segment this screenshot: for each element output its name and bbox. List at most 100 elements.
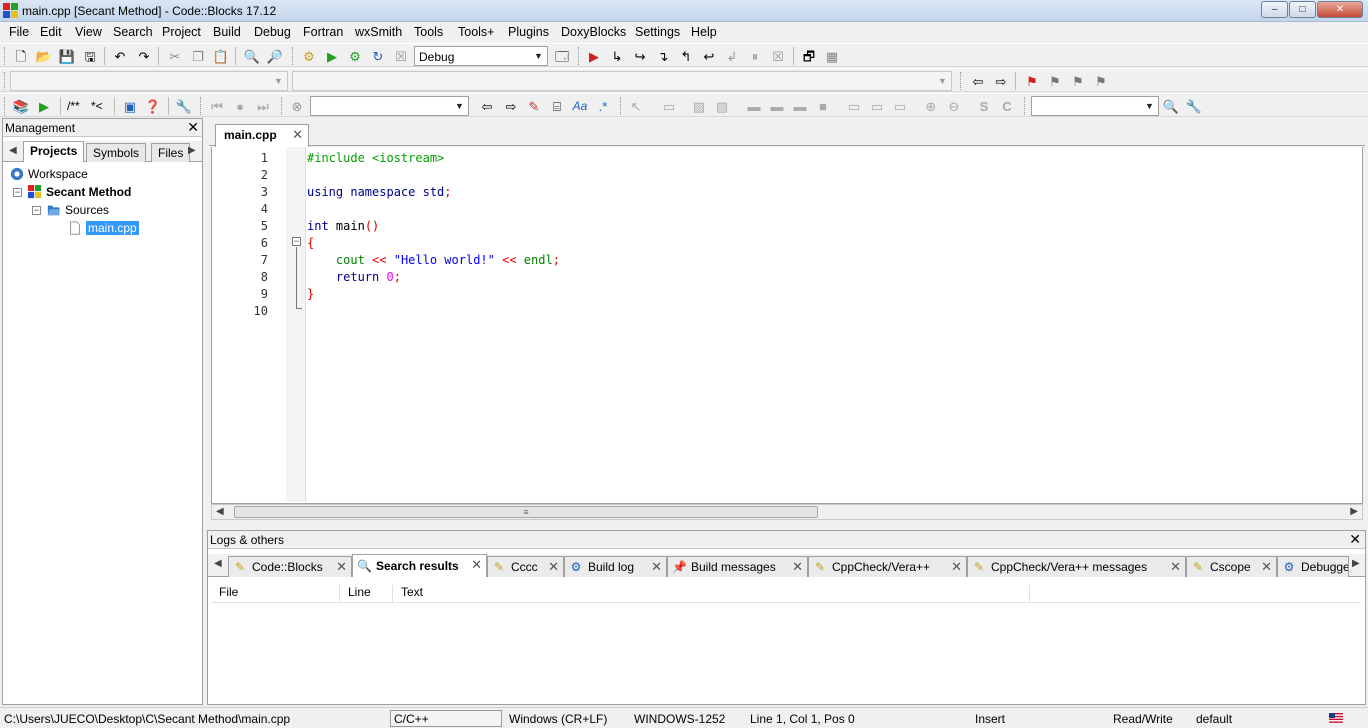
tab-search-results[interactable]: 🔍 Search results ✕ bbox=[352, 554, 487, 577]
tab-symbols[interactable]: Symbols bbox=[86, 143, 147, 162]
tab-cccc[interactable]: ✎ Cccc ✕ bbox=[487, 556, 564, 577]
tree-item-project[interactable]: Secant Method bbox=[27, 183, 131, 200]
last-icon[interactable]: ⏭ bbox=[254, 97, 272, 115]
previous-bookmark-icon[interactable]: ⚑ bbox=[1046, 72, 1064, 90]
doxy-line-comment-button[interactable]: *< bbox=[91, 99, 103, 113]
next-line-icon[interactable]: ↪ bbox=[631, 47, 649, 65]
toolbar-grip[interactable] bbox=[960, 72, 963, 90]
scroll-left-icon[interactable]: ◀ bbox=[216, 506, 224, 517]
wx-left-icon[interactable]: ▭ bbox=[845, 97, 863, 115]
toolbar-grip[interactable] bbox=[281, 97, 284, 115]
doxy-extract-icon[interactable]: ▶ bbox=[35, 97, 53, 115]
collapse-icon[interactable]: − bbox=[32, 206, 41, 215]
toolbar-grip[interactable] bbox=[4, 47, 7, 65]
tab-build-log[interactable]: ⚙ Build log ✕ bbox=[564, 556, 667, 577]
code-editor[interactable]: 1 2 3 4 5 6 7 8 9 10 − #include <iostrea… bbox=[211, 147, 1363, 504]
highlight-icon[interactable]: ✎ bbox=[525, 97, 543, 115]
menu-edit[interactable]: Edit bbox=[40, 25, 62, 39]
pause-icon[interactable]: ⏸ bbox=[746, 47, 764, 65]
symbol-c-icon[interactable]: C bbox=[998, 97, 1016, 115]
function-select[interactable]: ▼ bbox=[292, 71, 952, 91]
wx-middle-icon[interactable]: ▬ bbox=[768, 97, 786, 115]
wx-panel-icon[interactable]: ▭ bbox=[660, 97, 678, 115]
tab-scroll-right-icon[interactable]: ▶ bbox=[1352, 558, 1360, 569]
menu-view[interactable]: View bbox=[75, 25, 102, 39]
close-icon[interactable]: ✕ bbox=[1170, 559, 1181, 575]
debug-info-icon[interactable]: ▦ bbox=[823, 47, 841, 65]
menu-debug[interactable]: Debug bbox=[254, 25, 291, 39]
step-into-instruction-icon[interactable]: ↲ bbox=[723, 47, 741, 65]
column-file[interactable]: File bbox=[211, 585, 340, 603]
run-to-cursor-icon[interactable]: ↳ bbox=[608, 47, 626, 65]
scrollbar-thumb[interactable]: ≡ bbox=[234, 506, 818, 518]
open-folder-icon[interactable]: 📂 bbox=[35, 47, 53, 65]
run-icon[interactable]: ▶ bbox=[323, 47, 341, 65]
menu-fortran[interactable]: Fortran bbox=[303, 25, 343, 39]
doxy-wizard-icon[interactable]: 📚 bbox=[12, 97, 30, 115]
menu-tools[interactable]: Tools bbox=[414, 25, 443, 39]
tab-scroll-right-icon[interactable]: ▶ bbox=[188, 145, 196, 156]
toolbar-grip[interactable] bbox=[620, 97, 623, 115]
cut-icon[interactable]: ✂ bbox=[166, 47, 184, 65]
close-window-button[interactable]: ✕ bbox=[1317, 1, 1363, 18]
column-line[interactable]: Line bbox=[340, 585, 393, 603]
close-icon[interactable]: ✕ bbox=[1349, 531, 1361, 548]
menu-plugins[interactable]: Plugins bbox=[508, 25, 549, 39]
toggle-bookmark-icon[interactable]: ⚑ bbox=[1023, 72, 1041, 90]
save-icon[interactable]: 💾 bbox=[58, 47, 76, 65]
close-icon[interactable]: ✕ bbox=[651, 559, 662, 575]
stop-debug-icon[interactable]: ☒ bbox=[769, 47, 787, 65]
doxy-html-icon[interactable]: ▣ bbox=[121, 97, 139, 115]
tab-cppcheck-vera[interactable]: ✎ CppCheck/Vera++ ✕ bbox=[808, 556, 967, 577]
paste-icon[interactable]: 📋 bbox=[212, 47, 230, 65]
build-target-select[interactable]: Debug ▼ bbox=[414, 46, 548, 66]
close-icon[interactable]: ✕ bbox=[187, 119, 199, 136]
jump-forward-icon[interactable]: ⇨ bbox=[992, 72, 1010, 90]
new-file-icon[interactable]: 🗋 bbox=[12, 47, 30, 65]
menu-file[interactable]: File bbox=[9, 25, 29, 39]
step-out-icon[interactable]: ↰ bbox=[677, 47, 695, 65]
close-icon[interactable]: ✕ bbox=[792, 559, 803, 575]
copy-icon[interactable]: ❐ bbox=[189, 47, 207, 65]
next-instruction-icon[interactable]: ↩ bbox=[700, 47, 718, 65]
wx-center-icon[interactable]: ▭ bbox=[868, 97, 886, 115]
close-icon[interactable]: ✕ bbox=[548, 559, 559, 575]
abort-icon[interactable]: ☒ bbox=[392, 47, 410, 65]
minimize-button[interactable]: – bbox=[1261, 1, 1288, 18]
wx-fill-icon[interactable]: ■ bbox=[814, 97, 832, 115]
tab-debugger[interactable]: ⚙ Debugge bbox=[1277, 556, 1349, 577]
jump-back-icon[interactable]: ⇦ bbox=[969, 72, 987, 90]
menu-doxyblocks[interactable]: DoxyBlocks bbox=[561, 25, 626, 39]
debug-windows-icon[interactable]: 🗗 bbox=[800, 47, 818, 65]
tab-scroll-left-icon[interactable]: ◀ bbox=[214, 558, 222, 569]
toolbar-grip[interactable] bbox=[1024, 97, 1027, 115]
tab-codeblocks-log[interactable]: ✎ Code::Blocks ✕ bbox=[228, 556, 352, 577]
rebuild-icon[interactable]: ↻ bbox=[369, 47, 387, 65]
search-previous-icon[interactable]: ⇦ bbox=[478, 97, 496, 115]
doxy-block-comment-button[interactable]: /** bbox=[67, 99, 80, 113]
toolbar-grip[interactable] bbox=[4, 72, 7, 90]
toolbar-grip[interactable] bbox=[4, 97, 7, 115]
symbol-s-icon[interactable]: S bbox=[975, 97, 993, 115]
wx-edit-icon[interactable]: ▧ bbox=[713, 97, 731, 115]
selection-only-icon[interactable]: ⌸ bbox=[548, 97, 566, 115]
fold-collapse-icon[interactable]: − bbox=[292, 237, 301, 246]
close-icon[interactable]: ✕ bbox=[292, 127, 303, 143]
thread-search-options-icon[interactable]: 🔧 bbox=[1185, 97, 1203, 115]
menu-build[interactable]: Build bbox=[213, 25, 241, 39]
step-into-icon[interactable]: ↴ bbox=[654, 47, 672, 65]
menu-project[interactable]: Project bbox=[162, 25, 201, 39]
build-gear-icon[interactable]: ⚙ bbox=[300, 47, 318, 65]
scope-select[interactable]: ▼ bbox=[10, 71, 288, 91]
column-text[interactable]: Text bbox=[393, 585, 1030, 603]
clear-bookmarks-icon[interactable]: ⚑ bbox=[1092, 72, 1110, 90]
target-options-icon[interactable]: 🗔 bbox=[553, 47, 571, 65]
wx-bottom-icon[interactable]: ▬ bbox=[791, 97, 809, 115]
close-icon[interactable]: ✕ bbox=[336, 559, 347, 575]
editor-horizontal-scrollbar[interactable]: ◀ ≡ ▶ bbox=[211, 504, 1363, 520]
tab-scroll-left-icon[interactable]: ◀ bbox=[9, 145, 17, 156]
menu-search[interactable]: Search bbox=[113, 25, 153, 39]
tree-item-sources[interactable]: Sources bbox=[46, 201, 109, 218]
tree-item-workspace[interactable]: Workspace bbox=[9, 165, 88, 182]
tab-cscope[interactable]: ✎ Cscope ✕ bbox=[1186, 556, 1277, 577]
